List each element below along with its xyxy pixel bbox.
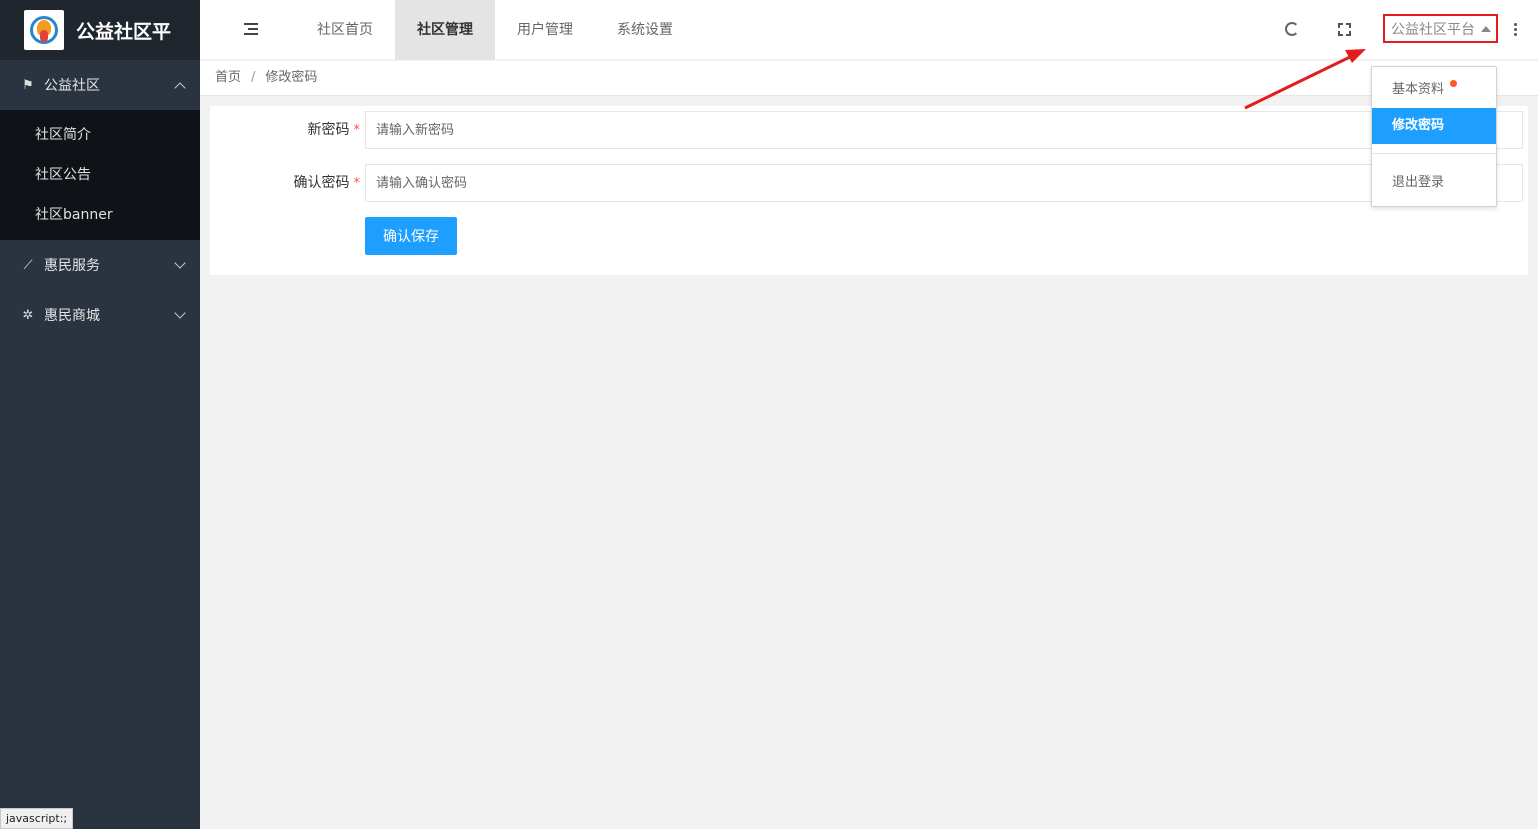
dropdown-item-logout[interactable]: 退出登录	[1372, 165, 1496, 201]
flag-icon: ⚑	[22, 77, 34, 93]
breadcrumb-separator: /	[251, 70, 256, 85]
logo-title: 公益社区平	[76, 20, 172, 43]
logo-image	[24, 10, 64, 50]
sidebar-group-community[interactable]: ⚑ 公益社区	[0, 60, 200, 110]
user-menu-button[interactable]: 公益社区平台	[1383, 14, 1498, 43]
user-dropdown-menu: 基本资料 修改密码 退出登录	[1371, 66, 1497, 207]
more-vertical-icon[interactable]	[1514, 23, 1518, 37]
save-button[interactable]: 确认保存	[365, 217, 457, 255]
breadcrumb-current: 修改密码	[265, 70, 318, 85]
chevron-down-icon	[174, 257, 186, 269]
user-menu-label: 公益社区平台	[1391, 21, 1475, 38]
top-tabs: 社区首页 社区管理 用户管理 系统设置	[295, 0, 695, 60]
notification-dot	[1450, 80, 1458, 87]
sidebar-item-notice[interactable]: 社区公告	[0, 155, 200, 195]
confirm-password-label: 确认密码 *	[293, 175, 361, 191]
pinwheel-icon: ✲	[22, 307, 34, 323]
breadcrumb: 首页 / 修改密码	[200, 61, 1538, 96]
tab-system-settings[interactable]: 系统设置	[595, 0, 695, 60]
confirm-password-row: 确认密码 *	[210, 164, 1528, 202]
sidebar-item-intro[interactable]: 社区简介	[0, 115, 200, 155]
sidebar-group-label: 公益社区	[44, 78, 100, 94]
password-form-card: 新密码* 确认密码* 确认保存	[210, 106, 1528, 275]
dropdown-divider	[1372, 153, 1496, 154]
tab-community-home[interactable]: 社区首页	[295, 0, 395, 60]
breadcrumb-home[interactable]: 首页	[215, 70, 241, 85]
new-password-row: 新密码 *	[210, 111, 1528, 149]
caret-up-icon	[1481, 25, 1491, 32]
fullscreen-icon[interactable]	[1338, 23, 1351, 36]
chevron-up-icon	[174, 81, 186, 94]
required-mark: *	[353, 123, 361, 138]
chevron-down-icon	[174, 307, 186, 319]
tab-user-manage[interactable]: 用户管理	[495, 0, 595, 60]
status-bar: javascript:;	[0, 808, 74, 829]
sidebar-subnav: 社区简介 社区公告 社区banner	[0, 110, 200, 240]
top-header: 社区首页 社区管理 用户管理 系统设置 公益社区平台	[200, 0, 1538, 60]
dropdown-item-profile[interactable]: 基本资料	[1372, 72, 1496, 108]
sidebar-group-label: 惠民商城	[44, 308, 100, 324]
sidebar-group-mall[interactable]: ✲ 惠民商城	[0, 290, 200, 340]
new-password-input[interactable]	[365, 111, 1523, 149]
dropdown-item-change-password[interactable]: 修改密码	[1372, 108, 1496, 144]
menu-toggle-icon[interactable]	[244, 23, 258, 36]
telescope-icon: ⟋	[23, 257, 33, 273]
sidebar-group-services[interactable]: ⟋ 惠民服务	[0, 240, 200, 290]
refresh-icon[interactable]	[1285, 22, 1299, 36]
sidebar-item-banner[interactable]: 社区banner	[0, 195, 200, 235]
new-password-label: 新密码 *	[307, 122, 361, 138]
required-mark: *	[353, 176, 361, 191]
logo-area: 公益社区平	[0, 0, 200, 60]
tab-community-manage[interactable]: 社区管理	[395, 0, 495, 60]
sidebar-group-label: 惠民服务	[44, 258, 100, 274]
confirm-password-input[interactable]	[365, 164, 1523, 202]
sidebar: 公益社区平 ⚑ 公益社区 社区简介 社区公告 社区banner ⟋ 惠民服务 ✲…	[0, 0, 200, 829]
